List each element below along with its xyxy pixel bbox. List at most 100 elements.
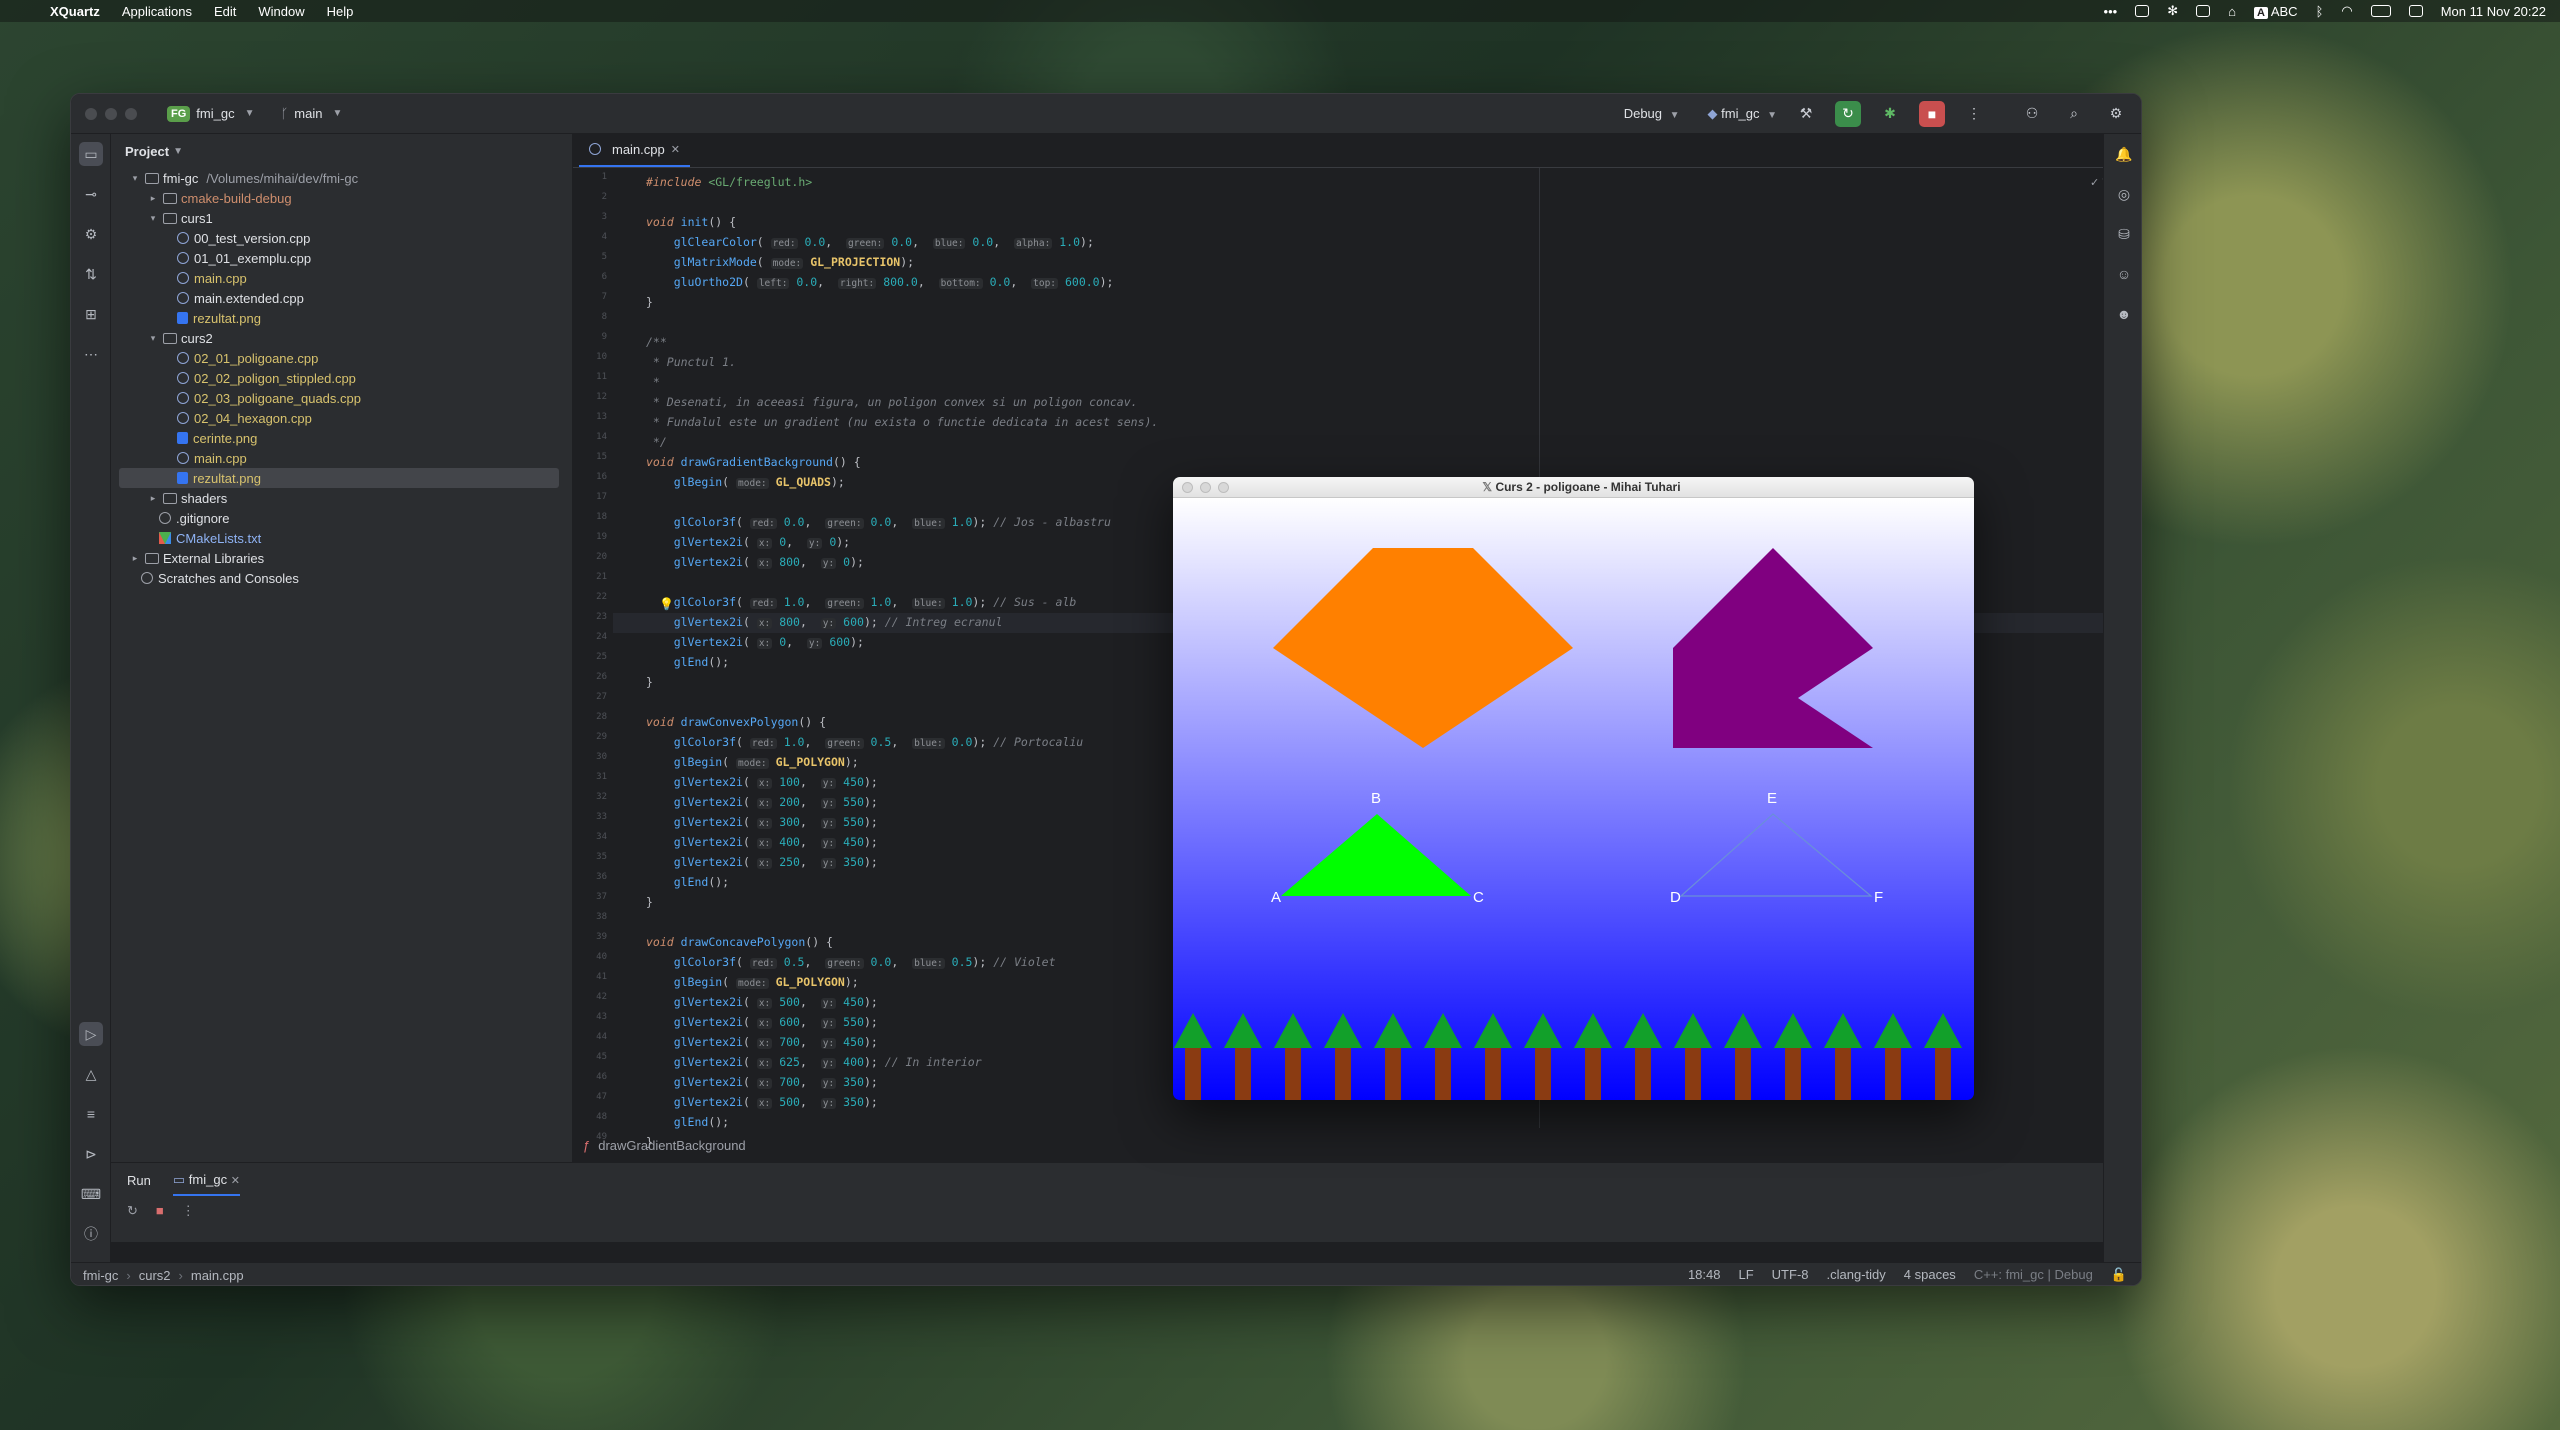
zoom-window-button[interactable]	[125, 107, 137, 120]
opengl-window[interactable]: 𝕏 Curs 2 - poligoane - Mihai Tuhari A B …	[1173, 477, 1974, 1100]
lock-icon[interactable]: 🔓	[2111, 1267, 2127, 1283]
tree-item[interactable]: ▸ shaders	[119, 488, 559, 508]
code-line[interactable]: * Punctul 1.	[646, 352, 736, 372]
copilot-icon[interactable]: ☺	[2112, 262, 2136, 286]
code-line[interactable]: void drawConcavePolygon() {	[646, 932, 833, 952]
code-line[interactable]: glBegin( mode: GL_QUADS);	[646, 472, 845, 492]
code-line[interactable]: glVertex2i( x: 600, y: 550);	[646, 1012, 878, 1032]
airplay-icon[interactable]: ⌂	[2228, 4, 2236, 19]
terminal-icon[interactable]: ⌨	[79, 1182, 103, 1206]
code-line[interactable]: * Fundalul este un gradient (nu exista o…	[646, 412, 1158, 432]
code-line[interactable]: }	[646, 892, 653, 912]
code-line[interactable]: glVertex2i( x: 500, y: 350);	[646, 1092, 878, 1112]
rerun-icon[interactable]: ↻	[127, 1203, 138, 1219]
project-panel-header[interactable]: Project ▼	[111, 134, 572, 168]
code-line[interactable]: glMatrixMode( mode: GL_PROJECTION);	[646, 252, 914, 272]
status-context[interactable]: C++: fmi_gc | Debug	[1974, 1267, 2093, 1283]
input-source-icon[interactable]: A	[2253, 6, 2268, 19]
input-source-label[interactable]: ABC	[2271, 4, 2298, 19]
problems-icon[interactable]: △	[79, 1062, 103, 1086]
gl-zoom-button[interactable]	[1218, 481, 1229, 493]
chevron-right-icon[interactable]: ▸	[147, 493, 159, 504]
status-encoding[interactable]: UTF-8	[1772, 1267, 1809, 1283]
run-tool-icon[interactable]: ▷	[79, 1022, 103, 1046]
status-position[interactable]: 18:48	[1688, 1267, 1721, 1283]
tree-item[interactable]: 02_03_poligoane_quads.cpp	[119, 388, 559, 408]
commit-icon[interactable]: ⊸	[79, 182, 103, 206]
notifications-icon[interactable]: ⓘ	[79, 1222, 103, 1246]
plugins-icon[interactable]: ⚙	[79, 222, 103, 246]
code-line[interactable]: void drawGradientBackground() {	[646, 452, 861, 472]
code-line[interactable]: glVertex2i( x: 800, y: 0);	[646, 552, 864, 572]
code-line[interactable]: }	[646, 672, 653, 692]
more-tools-icon[interactable]: ⋯	[79, 342, 103, 366]
tree-item[interactable]: cerinte.png	[119, 428, 559, 448]
menu-help[interactable]: Help	[327, 4, 354, 19]
search-icon[interactable]: ⌕	[2061, 101, 2087, 127]
code-line[interactable]: glBegin( mode: GL_POLYGON);	[646, 752, 859, 772]
code-line[interactable]: glEnd();	[646, 872, 729, 892]
gl-close-button[interactable]	[1182, 481, 1193, 493]
tree-item[interactable]: ▸ External Libraries	[119, 548, 559, 568]
code-line[interactable]: glBegin( mode: GL_POLYGON);	[646, 972, 859, 992]
code-line[interactable]: glVertex2i( x: 250, y: 350);	[646, 852, 878, 872]
tree-item[interactable]: ▸ cmake-build-debug	[119, 188, 559, 208]
tree-item[interactable]: main.cpp	[119, 448, 559, 468]
tree-item[interactable]: ▾ curs2	[119, 328, 559, 348]
code-line[interactable]: glVertex2i( x: 800, y: 600); // Intreg e…	[646, 612, 1002, 632]
chevron-down-icon[interactable]: ▾	[147, 333, 159, 344]
apple-icon[interactable]	[14, 4, 28, 18]
settings-icon[interactable]: ✻	[2167, 3, 2178, 19]
more-icon[interactable]: •••	[2104, 4, 2118, 19]
code-line[interactable]: glColor3f( red: 0.0, green: 0.0, blue: 1…	[646, 512, 1111, 532]
code-line[interactable]: glColor3f( red: 0.5, green: 0.0, blue: 0…	[646, 952, 1056, 972]
bell-icon[interactable]: 🔔	[2112, 142, 2136, 166]
code-line[interactable]: glVertex2i( x: 700, y: 350);	[646, 1072, 878, 1092]
wifi-icon[interactable]: ◠	[2341, 3, 2352, 19]
control-center-icon[interactable]	[2408, 5, 2423, 17]
battery-status-icon[interactable]	[2135, 5, 2150, 17]
project-tool-icon[interactable]: ▭	[79, 142, 103, 166]
chevron-right-icon[interactable]: ▸	[129, 553, 141, 564]
gear-icon[interactable]: ⚙	[2103, 101, 2129, 127]
tree-item[interactable]: 02_04_hexagon.cpp	[119, 408, 559, 428]
chevron-right-icon[interactable]: ▸	[147, 193, 159, 204]
code-line[interactable]: glVertex2i( x: 100, y: 450);	[646, 772, 878, 792]
pull-requests-icon[interactable]: ⇅	[79, 262, 103, 286]
rerun-icon[interactable]: ↻	[1835, 100, 1861, 127]
menu-applications[interactable]: Applications	[122, 4, 192, 19]
code-line[interactable]: glVertex2i( x: 200, y: 550);	[646, 792, 878, 812]
tree-item[interactable]: rezultat.png	[119, 468, 559, 488]
code-line[interactable]: gluOrtho2D( left: 0.0, right: 800.0, bot…	[646, 272, 1113, 292]
code-line[interactable]: *	[646, 372, 660, 392]
status-clang-tidy[interactable]: .clang-tidy	[1827, 1267, 1886, 1283]
code-line[interactable]: glEnd();	[646, 652, 729, 672]
code-line[interactable]: glColor3f( red: 1.0, green: 0.5, blue: 0…	[646, 732, 1083, 752]
run-config-select[interactable]: Debug ▼	[1624, 106, 1680, 121]
menu-app[interactable]: XQuartz	[50, 4, 100, 19]
project-switcher[interactable]: FG fmi_gc ▼	[167, 105, 254, 122]
opengl-canvas[interactable]: A B C D E F	[1173, 498, 1974, 1100]
code-line[interactable]: glVertex2i( x: 500, y: 450);	[646, 992, 878, 1012]
tree-item[interactable]: 02_02_poligon_stippled.cpp	[119, 368, 559, 388]
gl-minimize-button[interactable]	[1200, 481, 1211, 493]
code-line[interactable]: void init() {	[646, 212, 736, 232]
code-line[interactable]: #include <GL/freeglut.h>	[646, 172, 812, 192]
more-actions-icon[interactable]: ⋮	[1961, 101, 1987, 127]
ai-assistant-icon[interactable]: ◎	[2112, 182, 2136, 206]
tree-item[interactable]: 02_01_poligoane.cpp	[119, 348, 559, 368]
bluetooth-icon[interactable]: ᛒ	[2316, 4, 2324, 19]
code-line[interactable]: */	[646, 432, 667, 452]
code-line[interactable]: void drawConvexPolygon() {	[646, 712, 826, 732]
code-line[interactable]: glVertex2i( x: 625, y: 400); // In inter…	[646, 1052, 982, 1072]
copilot-chat-icon[interactable]: ☻	[2112, 302, 2136, 326]
status-indent[interactable]: 4 spaces	[1904, 1267, 1956, 1283]
branch-switcher[interactable]: ᚴ main ▼	[280, 106, 342, 121]
structure-icon[interactable]: ⊞	[79, 302, 103, 326]
battery-icon[interactable]	[2370, 5, 2391, 17]
code-line[interactable]: glVertex2i( x: 0, y: 600);	[646, 632, 864, 652]
tree-item[interactable]: ▾ curs1	[119, 208, 559, 228]
tree-item[interactable]: rezultat.png	[119, 308, 559, 328]
code-line[interactable]: glClearColor( red: 0.0, green: 0.0, blue…	[646, 232, 1094, 252]
status-path-root[interactable]: fmi-gc	[83, 1268, 118, 1283]
